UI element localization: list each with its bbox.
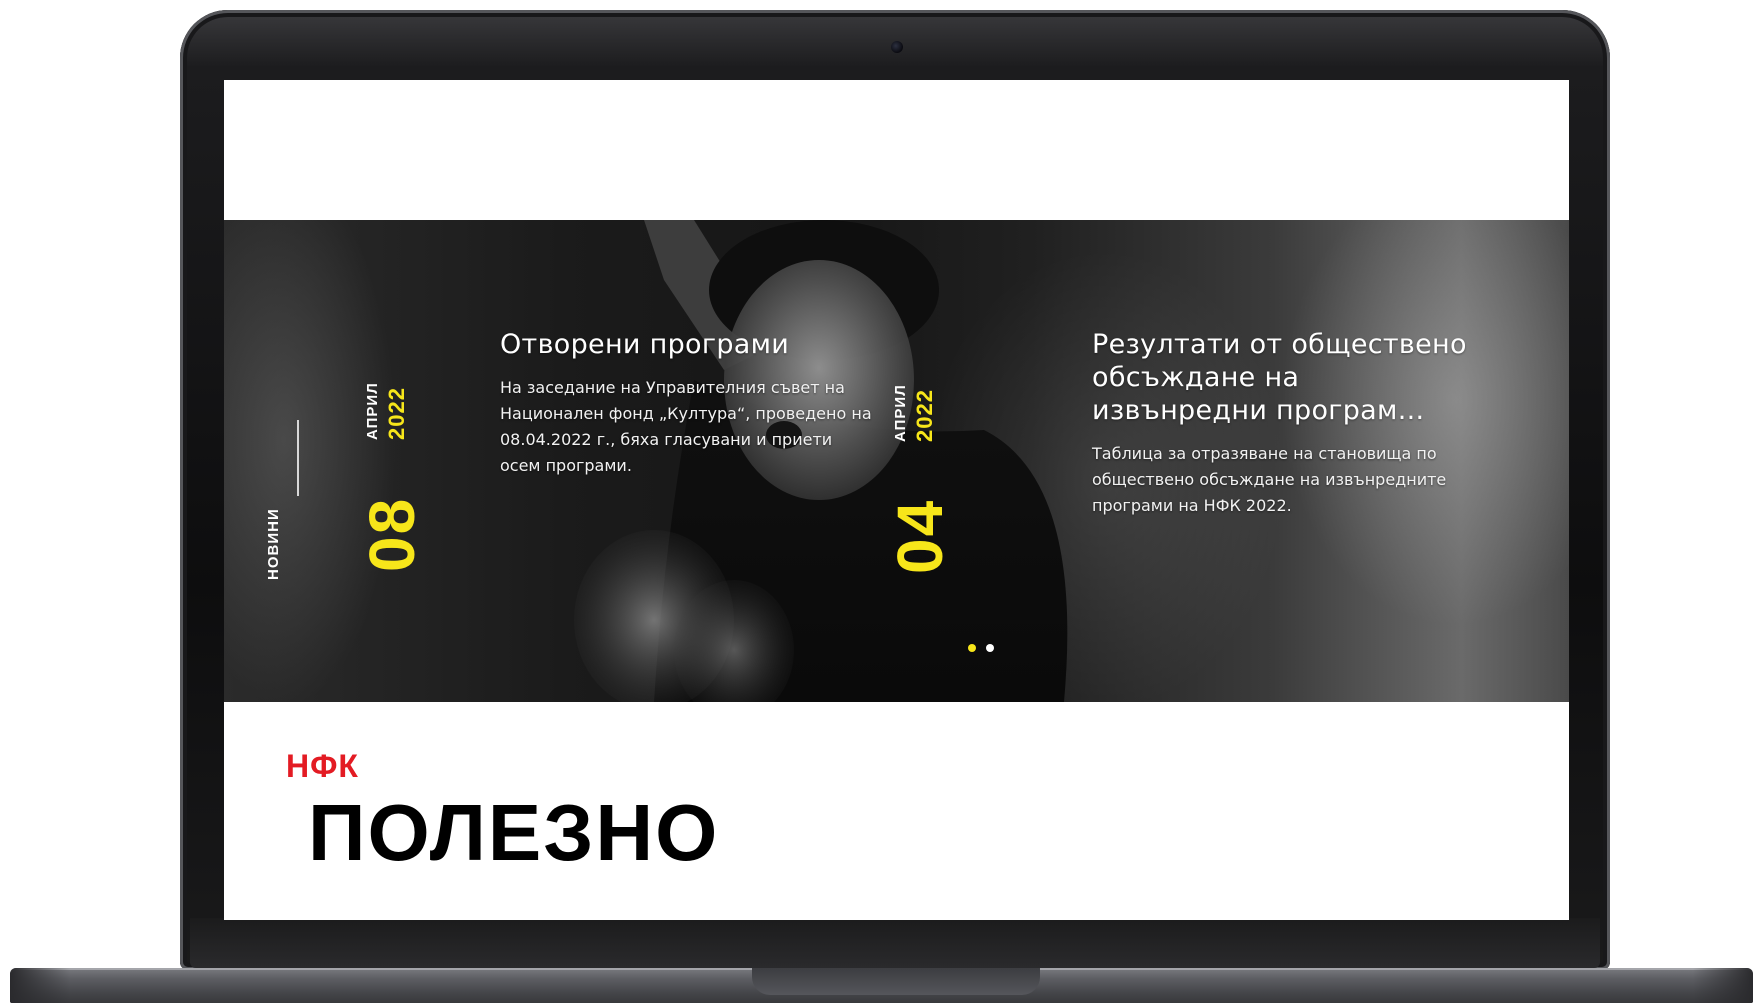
news-excerpt: На заседание на Управителния съвет на На…	[500, 378, 872, 475]
useful-eyebrow: НФК	[286, 748, 359, 784]
laptop-base-edge-left	[10, 968, 70, 1003]
news-section-label: НОВИНИ	[265, 508, 282, 580]
carousel-dot-1[interactable]	[968, 644, 976, 652]
news-date-day: 04	[884, 498, 956, 574]
news-date-1: 08 АПРИЛ 2022	[356, 372, 428, 572]
laptop-mockup: НОВИНИ 08 АПРИЛ 2022 Отворени програми Н…	[0, 0, 1763, 1003]
carousel-dots	[968, 644, 994, 654]
news-hero: НОВИНИ 08 АПРИЛ 2022 Отворени програми Н…	[224, 220, 1569, 702]
rail-divider	[297, 420, 299, 496]
news-date-2: 04 АПРИЛ 2022	[884, 374, 956, 574]
news-section-rail: НОВИНИ	[259, 420, 299, 620]
news-date-year: 2022	[912, 389, 937, 442]
carousel-dot-2[interactable]	[986, 644, 994, 652]
news-excerpt: Таблица за отразяване на становища по об…	[1092, 444, 1447, 515]
laptop-notch	[752, 968, 1040, 995]
useful-section: НФК ПОЛЕЗНО	[224, 702, 1569, 920]
laptop-bottom-bezel	[190, 918, 1600, 968]
news-date-month: АПРИЛ	[892, 384, 909, 442]
news-date-year: 2022	[384, 387, 409, 440]
news-date-month: АПРИЛ	[364, 382, 381, 440]
news-item-2[interactable]: Резултати от обществено обсъждане на изв…	[1092, 328, 1470, 519]
laptop-base-edge-right	[1693, 968, 1753, 1003]
news-title[interactable]: Резултати от обществено обсъждане на изв…	[1092, 328, 1470, 427]
webcam-icon	[891, 41, 903, 53]
news-item-1[interactable]: Отворени програми На заседание на Управи…	[500, 328, 872, 479]
screen: НОВИНИ 08 АПРИЛ 2022 Отворени програми Н…	[224, 80, 1569, 920]
useful-title: ПОЛЕЗНО	[308, 788, 720, 877]
site-header	[224, 80, 1569, 220]
news-date-day: 08	[356, 496, 428, 572]
news-title[interactable]: Отворени програми	[500, 328, 872, 361]
